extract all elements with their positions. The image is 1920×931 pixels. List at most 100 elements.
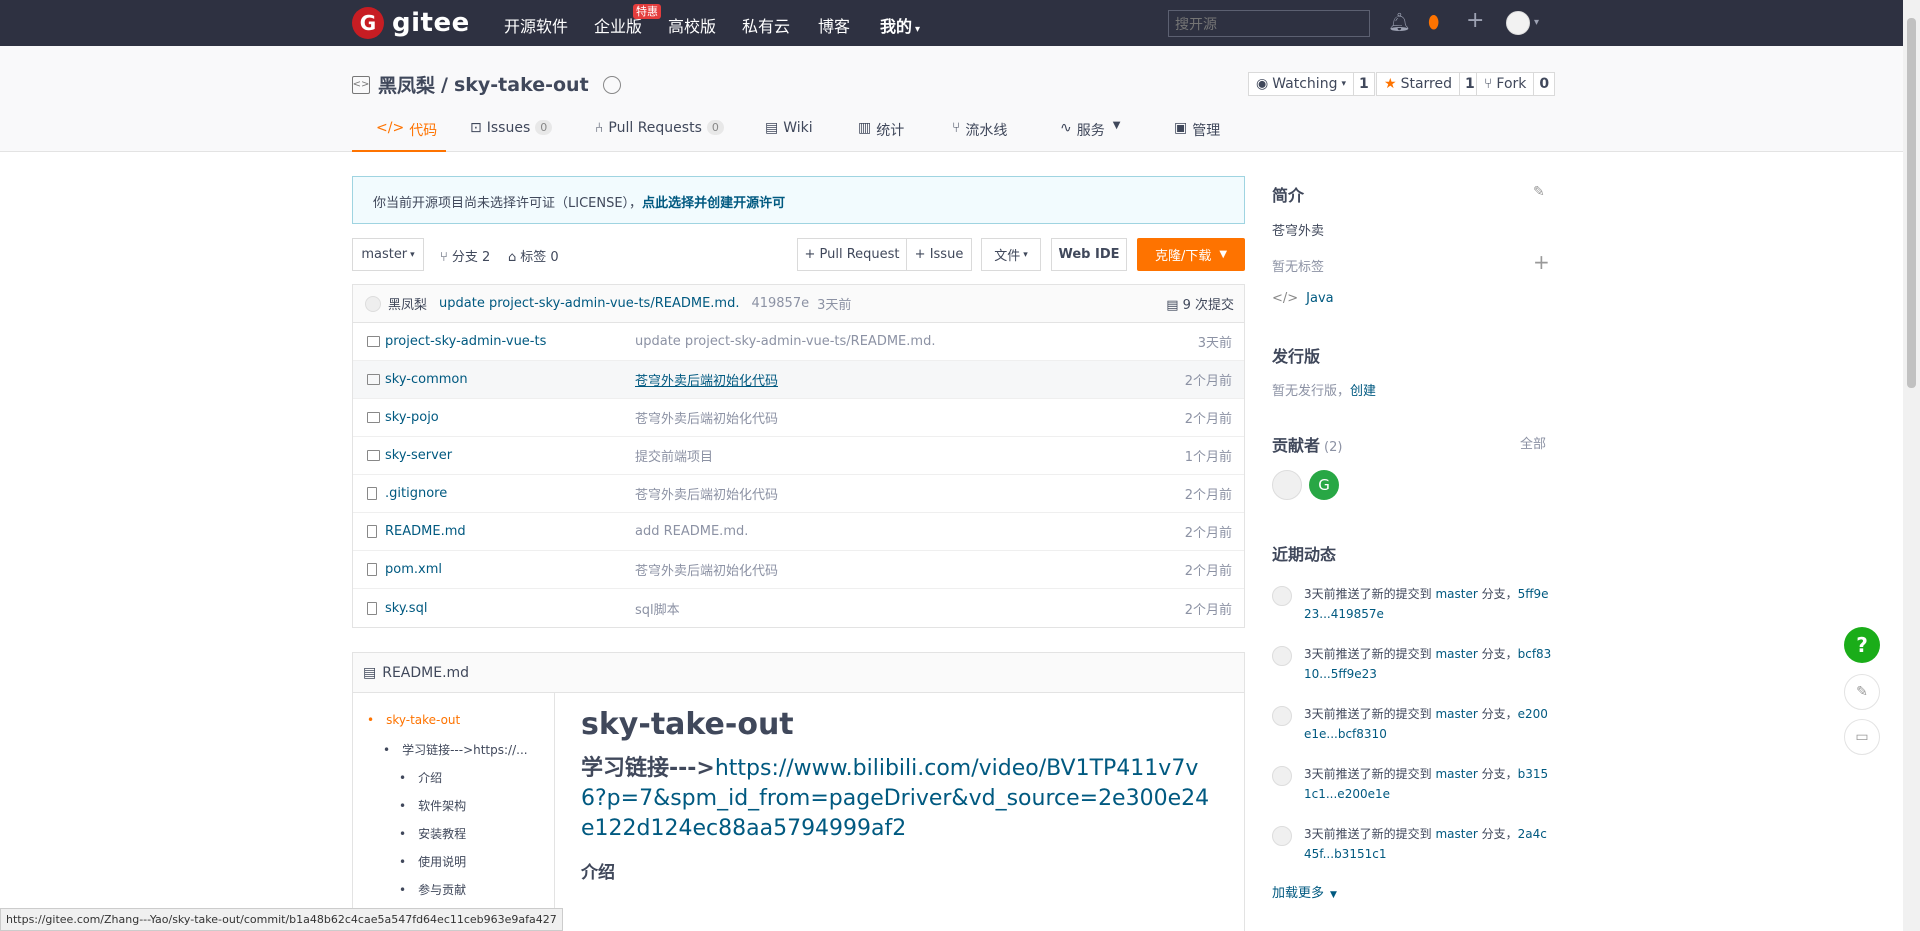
search-input[interactable] [1168, 10, 1370, 37]
file-name[interactable]: sky.sql [385, 601, 427, 616]
gitee-logo[interactable]: G gitee [352, 7, 470, 39]
activity-branch-link[interactable]: master [1435, 707, 1477, 721]
activity-prefix: 3天前推送了新的提交到 [1304, 587, 1436, 601]
file-commit-message[interactable]: update project-sky-admin-vue-ts/README.m… [635, 334, 935, 349]
file-name[interactable]: project-sky-admin-vue-ts [385, 334, 546, 349]
language-tag[interactable]: </> Java [1272, 291, 1334, 306]
file-commit-message[interactable]: 苍穹外卖后端初始化代码 [635, 484, 778, 503]
new-issue-button[interactable]: + Issue [906, 238, 972, 271]
activity-branch-link[interactable]: master [1435, 827, 1477, 841]
activity-branch-link[interactable]: master [1435, 587, 1477, 601]
contributor-avatar[interactable]: G [1309, 470, 1339, 500]
file-name[interactable]: sky-pojo [385, 410, 439, 425]
tab-pull-requests[interactable]: ⑃ Pull Requests 0 [595, 120, 724, 152]
add-tag-icon[interactable]: + [1533, 250, 1550, 274]
load-more-link[interactable]: 加载更多 ▼ [1272, 882, 1337, 901]
plus-icon[interactable]: + [1466, 8, 1484, 33]
create-license-link[interactable]: 点此选择并创建开源许可 [642, 196, 785, 211]
readme-panel: ▤ README.md • sky-take-out • 学习链接--->https… [352, 652, 1245, 931]
file-row[interactable]: sky-common 苍穹外卖后端初始化代码 2个月前 [353, 361, 1244, 399]
tab-code[interactable]: </> 代码 [352, 120, 446, 152]
file-row[interactable]: sky.sql sql脚本 2个月前 [353, 589, 1244, 627]
toc-item[interactable]: • 安装教程 [399, 825, 466, 842]
no-tags-text: 暂无标签 [1272, 260, 1325, 275]
toc-item[interactable]: • 介绍 [399, 769, 442, 786]
folder-icon [367, 450, 380, 461]
chevron-down-icon: ▾ [410, 249, 415, 260]
file-commit-message[interactable]: sql脚本 [635, 599, 680, 618]
file-commit-message[interactable]: 提交前端项目 [635, 446, 713, 465]
branches-link[interactable]: ⑂ 分支 2 [440, 246, 490, 265]
commit-hash[interactable]: 419857e [751, 296, 809, 311]
user-avatar[interactable] [1506, 11, 1530, 35]
location-pin-icon[interactable]: ⬮ [1428, 12, 1439, 33]
activity-text: 3天前推送了新的提交到 master 分支，2a4c45f...b3151c1 [1304, 824, 1552, 864]
clone-download-button[interactable]: 克隆/下载 ▼ [1137, 238, 1245, 271]
file-menu-label: 文件 [994, 249, 1021, 264]
toc-item[interactable]: • 学习链接--->https://... [383, 741, 528, 758]
tab-pipeline[interactable]: ⑂ 流水线 [952, 120, 1007, 152]
file-row[interactable]: sky-server 提交前端项目 1个月前 [353, 437, 1244, 475]
toc-item[interactable]: • sky-take-out [367, 713, 460, 727]
toc-item[interactable]: • 参与贡献 [399, 881, 466, 898]
feedback-edit-button[interactable]: ✎ [1844, 674, 1880, 710]
tab-services-label: 服务 [1076, 123, 1105, 139]
web-ide-button[interactable]: Web IDE [1051, 238, 1127, 271]
contributors-all-link[interactable]: 全部 [1520, 433, 1546, 452]
file-row[interactable]: sky-pojo 苍穹外卖后端初始化代码 2个月前 [353, 399, 1244, 437]
project-header: <> 黑凤梨 / sky-take-out ◉ Watching ▾ 1 ★ Star… [0, 46, 1920, 152]
file-name[interactable]: pom.xml [385, 562, 442, 577]
file-name[interactable]: sky-common [385, 372, 468, 387]
file-row[interactable]: project-sky-admin-vue-ts update project-… [353, 323, 1244, 361]
contributor-avatar[interactable] [1272, 470, 1302, 500]
star-button[interactable]: ★ Starred 1 [1376, 72, 1481, 96]
file-name[interactable]: .gitignore [385, 486, 447, 501]
file-commit-message[interactable]: 苍穹外卖后端初始化代码 [635, 560, 778, 579]
tab-stats[interactable]: ▥ 统计 [858, 120, 904, 152]
fork-button[interactable]: ⑂ Fork 0 [1476, 72, 1556, 96]
tab-manage[interactable]: ▣ 管理 [1174, 120, 1220, 152]
create-release-link[interactable]: 创建 [1350, 384, 1376, 399]
file-name[interactable]: sky-server [385, 448, 452, 463]
file-commit-message[interactable]: 苍穹外卖后端初始化代码 [635, 408, 778, 427]
tab-services[interactable]: ∿ 服务 ▼ [1060, 120, 1120, 152]
file-row[interactable]: README.md add README.md. 2个月前 [353, 513, 1244, 551]
bell-icon[interactable]: 🔔︎ [1388, 12, 1411, 33]
nav-private-cloud[interactable]: 私有云 [742, 13, 790, 37]
file-menu-button[interactable]: 文件 ▾ [981, 238, 1041, 271]
file-row[interactable]: pom.xml 苍穹外卖后端初始化代码 2个月前 [353, 551, 1244, 589]
chevron-down-icon: ▾ [1023, 249, 1028, 260]
commit-count-link[interactable]: ▤ 9 次提交 [1166, 294, 1234, 313]
tab-wiki[interactable]: ▤ Wiki [765, 120, 813, 152]
file-commit-message[interactable]: add README.md. [635, 524, 748, 539]
nav-blog[interactable]: 博客 [818, 13, 850, 37]
activity-text: 3天前推送了新的提交到 master 分支，e200e1e...bcf8310 [1304, 704, 1552, 744]
project-name-link[interactable]: sky-take-out [454, 74, 589, 96]
scrollbar-thumb[interactable] [1907, 18, 1916, 388]
nav-open-source[interactable]: 开源软件 [504, 13, 568, 37]
tags-link[interactable]: ⌂ 标签 0 [508, 246, 559, 265]
commit-message[interactable]: update project-sky-admin-vue-ts/README.m… [439, 296, 739, 311]
nav-mine[interactable]: 我的 ▾ [880, 13, 920, 37]
activity-branch-link[interactable]: master [1435, 647, 1477, 661]
page-scrollbar[interactable] [1903, 0, 1920, 931]
file-row[interactable]: .gitignore 苍穹外卖后端初始化代码 2个月前 [353, 475, 1244, 513]
watch-button[interactable]: ◉ Watching ▾ 1 [1248, 72, 1375, 96]
file-time: 2个月前 [1184, 374, 1232, 389]
branch-select[interactable]: master ▾ [352, 238, 424, 271]
activity-branch-link[interactable]: master [1435, 767, 1477, 781]
toc-item[interactable]: • 软件架构 [399, 797, 466, 814]
file-name[interactable]: README.md [385, 524, 466, 539]
tab-issues[interactable]: ⊡ Issues 0 [470, 120, 553, 152]
new-pull-request-button[interactable]: + Pull Request [797, 238, 907, 271]
nav-university[interactable]: 高校版 [668, 13, 716, 37]
avatar-chevron-down-icon[interactable]: ▾ [1534, 17, 1539, 28]
tab-issues-label: Issues [486, 120, 531, 136]
project-owner-link[interactable]: 黑凤梨 [378, 71, 435, 98]
chat-button[interactable]: ▭ [1844, 719, 1880, 755]
help-button[interactable]: ? [1844, 627, 1880, 663]
file-commit-message[interactable]: 苍穹外卖后端初始化代码 [635, 370, 778, 389]
edit-icon[interactable]: ✎ [1533, 184, 1545, 200]
commit-author[interactable]: 黑凤梨 [388, 294, 427, 313]
toc-item[interactable]: • 使用说明 [399, 853, 466, 870]
